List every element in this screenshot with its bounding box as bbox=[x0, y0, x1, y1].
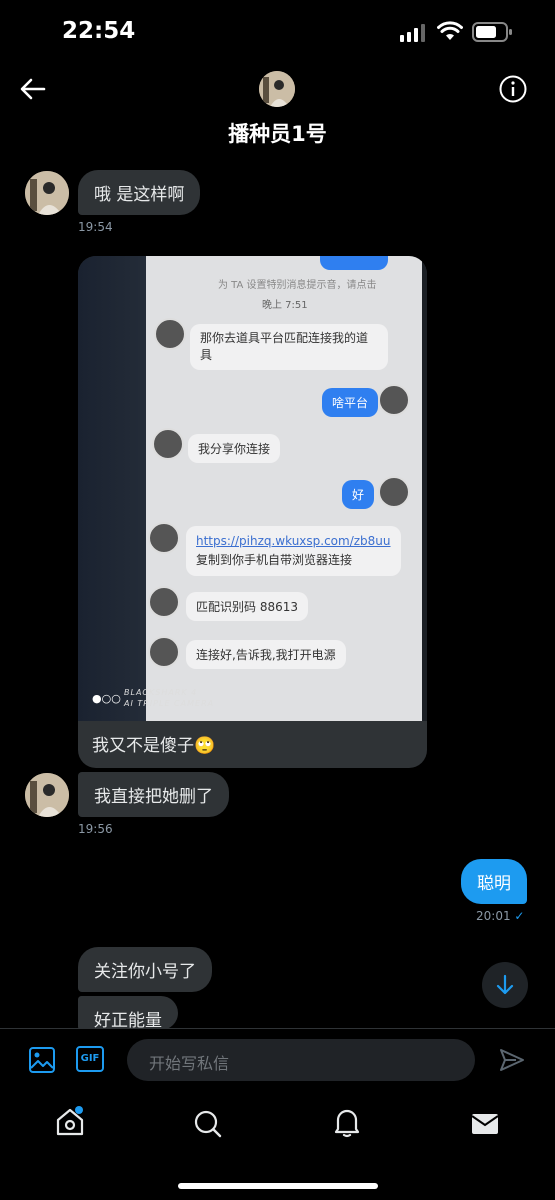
status-time: 22:54 bbox=[62, 18, 136, 44]
sender-avatar[interactable] bbox=[25, 171, 69, 215]
photographed-chat-screen: 为 TA 设置特别消息提示音，请点击 晚上 7:51 那你去道具平台匹配连接我的… bbox=[146, 256, 422, 721]
photo-caption: 我又不是傻子🙄 bbox=[92, 736, 216, 756]
message-bubble[interactable]: 好正能量 bbox=[78, 996, 178, 1030]
message-input-placeholder: 开始写私信 bbox=[149, 1054, 230, 1073]
arrow-down-icon bbox=[496, 974, 514, 995]
message-timestamp: 19:56 bbox=[78, 822, 113, 836]
sender-avatar[interactable] bbox=[25, 773, 69, 817]
messages-envelope-icon[interactable] bbox=[469, 1108, 501, 1140]
gif-button[interactable]: GIF bbox=[76, 1046, 104, 1072]
battery-icon bbox=[472, 22, 512, 42]
home-icon[interactable] bbox=[54, 1106, 86, 1138]
message-bubble[interactable]: 我直接把她删了 bbox=[78, 772, 229, 817]
scroll-to-latest-button[interactable] bbox=[482, 962, 528, 1008]
photo-message[interactable]: 为 TA 设置特别消息提示音，请点击 晚上 7:51 那你去道具平台匹配连接我的… bbox=[78, 256, 427, 768]
message-bubble[interactable]: 哦 是这样啊 bbox=[78, 170, 201, 215]
send-icon[interactable] bbox=[498, 1046, 526, 1074]
outgoing-message-bubble[interactable]: 聪明 bbox=[461, 859, 527, 904]
wifi-icon bbox=[437, 21, 463, 40]
search-icon[interactable] bbox=[192, 1108, 224, 1140]
message-timestamp: 20:01 ✓ bbox=[476, 909, 525, 923]
read-receipt-icon: ✓ bbox=[514, 909, 525, 923]
notifications-bell-icon[interactable] bbox=[331, 1106, 363, 1138]
message-timestamp: 19:54 bbox=[78, 220, 113, 234]
image-icon[interactable] bbox=[28, 1046, 56, 1074]
message-bubble[interactable]: 关注你小号了 bbox=[78, 947, 212, 992]
conversation-title: 播种员1号 bbox=[228, 122, 327, 146]
attached-photo[interactable]: 为 TA 设置特别消息提示音，请点击 晚上 7:51 那你去道具平台匹配连接我的… bbox=[78, 256, 427, 721]
message-input[interactable]: 开始写私信 bbox=[127, 1039, 475, 1081]
conversation-avatar[interactable] bbox=[259, 71, 295, 107]
home-indicator bbox=[178, 1183, 378, 1189]
back-arrow-icon[interactable] bbox=[18, 74, 48, 104]
info-icon[interactable] bbox=[498, 74, 528, 104]
cellular-signal-icon bbox=[400, 24, 425, 42]
